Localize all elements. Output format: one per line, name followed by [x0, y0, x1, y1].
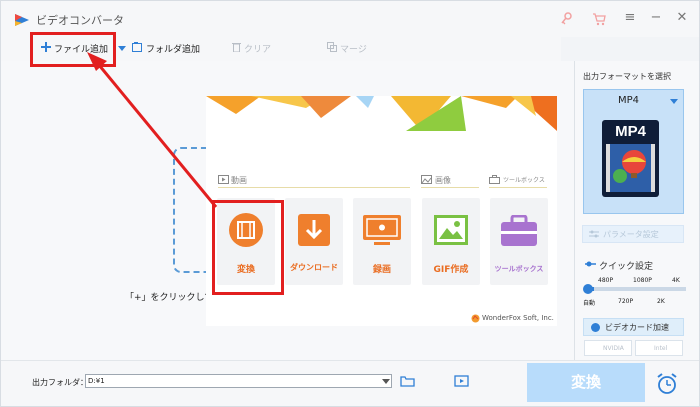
- trash-icon: [232, 42, 241, 57]
- tick-auto: 自動: [583, 300, 596, 307]
- merge-icon: [327, 42, 337, 57]
- quick-settings-label: クイック設定: [599, 262, 654, 272]
- toolbox-section-label: ツールボックス: [503, 177, 545, 184]
- toolbox-section-divider: [489, 187, 547, 188]
- intel-label: Intel: [654, 345, 668, 352]
- format-selector[interactable]: MP4 MP4: [583, 89, 684, 214]
- add-folder-button[interactable]: フォルダ追加: [132, 42, 200, 56]
- output-folder-label: 出力フォルダ：: [32, 378, 88, 387]
- tick-480p: 480P: [598, 277, 614, 284]
- record-card[interactable]: 録画: [353, 198, 411, 285]
- video-section-icon: [218, 175, 229, 184]
- decorative-banner: [206, 96, 557, 131]
- settings-sliders-icon: [589, 230, 599, 238]
- download-icon: [298, 214, 330, 246]
- clear-button[interactable]: クリア: [232, 42, 271, 56]
- wonderfox-logo-icon: [471, 314, 480, 323]
- app-logo-icon: [15, 14, 29, 26]
- format-dropdown-icon[interactable]: [670, 99, 678, 104]
- gif-image-icon: [434, 215, 468, 245]
- tick-4k: 4K: [672, 277, 680, 284]
- mp4-format-icon: MP4: [602, 120, 659, 197]
- parameter-settings-label: パラメータ設定: [603, 230, 659, 239]
- key-icon[interactable]: [559, 11, 573, 27]
- app-title: ビデオコンバータ: [36, 14, 124, 27]
- toolbox-section-icon: [489, 175, 500, 184]
- minimize-icon[interactable]: −: [649, 10, 663, 26]
- gif-card[interactable]: GIF作成: [422, 198, 480, 285]
- toolbox-card[interactable]: ツールボックス: [490, 198, 548, 285]
- nvidia-button[interactable]: NVIDIA: [584, 340, 632, 356]
- browse-folder-icon[interactable]: [400, 375, 415, 387]
- image-section-icon: [421, 175, 432, 184]
- record-card-label: 録画: [372, 265, 391, 275]
- mp4-icon-text: MP4: [615, 123, 646, 140]
- menu-icon[interactable]: ≡: [623, 10, 637, 26]
- merge-label: マージ: [340, 45, 367, 55]
- tick-2k: 2K: [657, 298, 665, 305]
- parameter-settings-button[interactable]: パラメータ設定: [582, 225, 684, 243]
- open-output-folder-icon[interactable]: [454, 375, 469, 387]
- image-section-label: 画像: [435, 176, 451, 185]
- quality-slider-track[interactable]: [586, 287, 686, 291]
- close-icon[interactable]: ✕: [675, 10, 689, 26]
- toolbox-card-label: ツールボックス: [494, 265, 544, 273]
- quick-settings-icon: [585, 261, 596, 267]
- video-section-divider: [218, 187, 410, 188]
- image-section-divider: [421, 187, 479, 188]
- quality-slider-handle[interactable]: [583, 284, 593, 294]
- balloon-image-icon: [606, 144, 655, 192]
- screen-record-icon: [363, 215, 401, 245]
- clear-label: クリア: [244, 45, 272, 55]
- add-file-dropdown-icon[interactable]: [118, 46, 126, 51]
- convert-button[interactable]: 変換: [527, 363, 645, 402]
- output-format-title: 出力フォーマットを選択: [583, 72, 671, 81]
- gif-card-label: GIF作成: [433, 265, 469, 275]
- download-card[interactable]: ダウンロード: [285, 198, 343, 285]
- video-section-label: 動画: [231, 176, 247, 185]
- app-window: ビデオコンバータ ≡ − ✕ ファイル追加 フォルダ追加 クリア マージ 「+」…: [0, 0, 700, 407]
- gpu-acceleration-label: ビデオカード加速: [605, 323, 669, 332]
- gpu-toggle-icon: [591, 323, 600, 332]
- add-folder-label: フォルダ追加: [146, 45, 201, 55]
- add-file-highlight: [30, 32, 116, 67]
- alarm-clock-icon[interactable]: [654, 371, 680, 397]
- toolbox-icon: [501, 215, 537, 246]
- tick-720p: 720P: [618, 298, 634, 305]
- merge-button[interactable]: マージ: [327, 42, 367, 56]
- tick-1080p: 1080P: [633, 277, 652, 284]
- gpu-acceleration-button[interactable]: ビデオカード加速: [583, 318, 684, 336]
- intel-button[interactable]: Intel: [635, 340, 683, 356]
- convert-card-highlight: [212, 200, 284, 295]
- format-name: MP4: [617, 95, 640, 106]
- cart-icon[interactable]: [592, 11, 606, 27]
- download-card-label: ダウンロード: [290, 263, 338, 272]
- brand-label: WonderFox Soft, Inc.: [482, 314, 554, 322]
- output-folder-input[interactable]: D:¥1: [85, 374, 392, 388]
- output-folder-dropdown-icon[interactable]: [382, 379, 390, 384]
- nvidia-label: NVIDIA: [603, 345, 624, 352]
- folder-add-icon: [132, 42, 143, 57]
